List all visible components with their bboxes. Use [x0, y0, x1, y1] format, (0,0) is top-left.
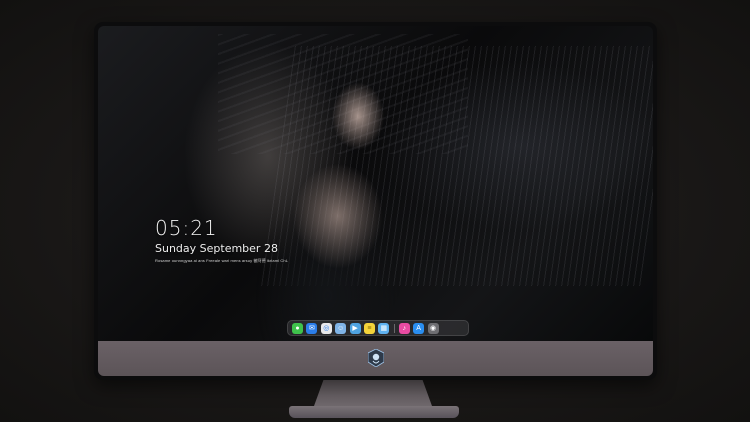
messages-icon[interactable]: ● — [292, 322, 303, 334]
safari-icon[interactable]: ◎ — [320, 322, 332, 334]
app-store-icon[interactable]: A — [413, 322, 425, 334]
wallpaper-figure — [208, 66, 408, 341]
finder-icon[interactable]: ☺ — [335, 322, 347, 334]
mail-icon[interactable]: ✉ — [306, 322, 318, 334]
photos-icon[interactable]: ▦ — [378, 322, 390, 334]
monitor-stand-base — [289, 406, 459, 418]
monitor-chin — [98, 341, 653, 376]
monitor: 05:21 Sunday September 28 Rosame ounnngy… — [94, 22, 657, 380]
desktop-screen: 05:21 Sunday September 28 Rosame ounnngy… — [98, 26, 653, 341]
music-icon[interactable]: ♪ — [398, 322, 410, 334]
dock: ● ✉ ◎ ☺ ▶ ≡ ▦ ♪ A ◉ — [287, 320, 469, 336]
monitor-stand-neck — [314, 380, 432, 406]
dock-separator — [393, 323, 395, 333]
lock-screen-quote: Rosame ounnngyaa ai ans Freeale wari men… — [155, 258, 289, 263]
imovie-icon[interactable]: ▶ — [349, 322, 361, 334]
camera-icon[interactable]: ◉ — [427, 322, 439, 334]
lock-screen-date: Sunday September 28 — [155, 242, 278, 255]
brand-logo-icon — [368, 349, 384, 367]
notes-icon[interactable]: ≡ — [363, 322, 375, 334]
lock-screen-time: 05:21 — [155, 216, 218, 240]
